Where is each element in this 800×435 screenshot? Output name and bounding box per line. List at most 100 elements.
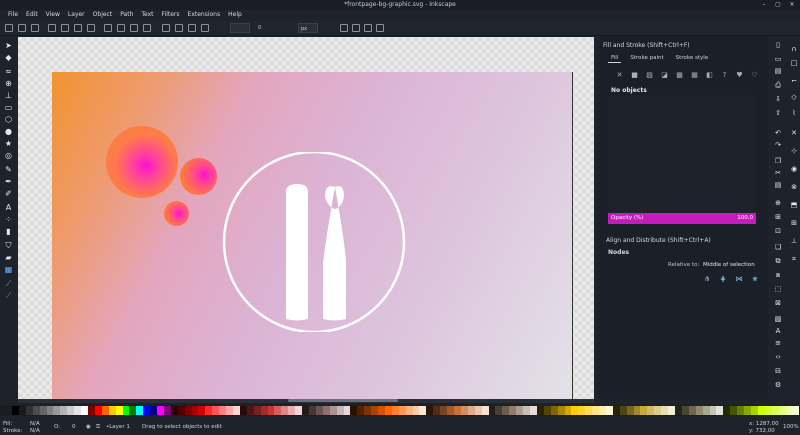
text-font-icon[interactable]: A xyxy=(774,327,782,335)
spiral-tool-icon[interactable]: ◎ xyxy=(4,151,13,160)
lower-bottom-icon[interactable] xyxy=(104,24,112,32)
palette-swatch[interactable] xyxy=(460,406,468,415)
palette-swatch[interactable] xyxy=(391,406,399,415)
bucket-tool-icon[interactable]: ⛉ xyxy=(4,241,13,250)
palette-swatch[interactable] xyxy=(136,406,144,415)
palette-swatch[interactable] xyxy=(612,406,620,415)
scale-stroke-icon[interactable] xyxy=(340,24,348,32)
zoom-selection-icon[interactable]: ⊕ xyxy=(774,199,782,207)
zoom-tool-icon[interactable]: ⊕ xyxy=(4,79,13,88)
palette-swatch[interactable] xyxy=(357,406,365,415)
menu-path[interactable]: Path xyxy=(116,10,137,20)
select-all-layers-icon[interactable] xyxy=(18,24,26,32)
palette-swatch[interactable] xyxy=(592,406,600,415)
palette-swatch[interactable] xyxy=(219,406,227,415)
linear-gradient-icon[interactable]: ▨ xyxy=(645,71,654,80)
undo-icon[interactable]: ↶ xyxy=(774,129,782,137)
clone-icon[interactable]: ⧉ xyxy=(774,257,782,265)
duplicate-icon[interactable]: ❏ xyxy=(774,243,782,251)
palette-swatch[interactable] xyxy=(67,406,75,415)
palette-swatch[interactable] xyxy=(350,406,358,415)
snap-midpoints-icon[interactable]: ⊹ xyxy=(790,147,798,155)
palette-swatch[interactable] xyxy=(53,406,61,415)
palette-swatch[interactable] xyxy=(702,406,710,415)
document-page[interactable] xyxy=(52,72,573,399)
palette-swatch[interactable] xyxy=(315,406,323,415)
mesh-gradient-icon[interactable]: ▩ xyxy=(675,71,684,80)
palette-swatch[interactable] xyxy=(716,406,724,415)
palette-swatch[interactable] xyxy=(25,406,33,415)
measure-tool-icon[interactable]: ⊥ xyxy=(4,91,13,100)
palette-swatch[interactable] xyxy=(467,406,475,415)
eraser-tool-icon[interactable]: ▮ xyxy=(4,227,13,236)
lower-icon[interactable] xyxy=(117,24,125,32)
small-gradient-circle[interactable] xyxy=(164,201,189,226)
opacity-status-field[interactable]: 0 xyxy=(72,424,76,430)
palette-swatch[interactable] xyxy=(764,406,772,415)
palette-swatch[interactable] xyxy=(626,406,634,415)
palette-swatch[interactable] xyxy=(191,406,199,415)
palette-swatch[interactable] xyxy=(750,406,758,415)
export-icon[interactable]: ⇧ xyxy=(774,109,782,117)
palette-swatch[interactable] xyxy=(550,406,558,415)
select-all-icon[interactable] xyxy=(5,24,13,32)
palette-swatch[interactable] xyxy=(32,406,40,415)
align-icon[interactable]: ⊟ xyxy=(774,367,782,375)
snap-text-icon[interactable]: ⌗ xyxy=(790,255,798,263)
flip-vertical-icon[interactable] xyxy=(87,24,95,32)
x-field[interactable] xyxy=(230,23,250,33)
snap-edges-icon[interactable]: ⌐ xyxy=(790,77,798,85)
palette-swatch[interactable] xyxy=(412,406,420,415)
palette-swatch[interactable] xyxy=(564,406,572,415)
palette-swatch[interactable] xyxy=(571,406,579,415)
palette-swatch[interactable] xyxy=(378,406,385,415)
rotate-cw-icon[interactable] xyxy=(61,24,69,32)
star-tool-icon[interactable]: ★ xyxy=(4,139,13,148)
palette-swatch[interactable] xyxy=(274,406,282,415)
palette-swatch[interactable] xyxy=(157,406,164,415)
palette-swatch[interactable] xyxy=(184,406,192,415)
palette-swatch[interactable] xyxy=(81,406,88,415)
tab-stroke-paint[interactable]: Stroke paint xyxy=(627,54,666,63)
radial-gradient-icon[interactable]: ◪ xyxy=(660,71,669,80)
menu-layer[interactable]: Layer xyxy=(64,10,89,20)
palette-swatch[interactable] xyxy=(516,406,524,415)
palette-swatch[interactable] xyxy=(398,406,406,415)
snap-grid-icon[interactable]: ⊞ xyxy=(790,219,798,227)
3dbox-tool-icon[interactable]: ⬡ xyxy=(4,115,13,124)
palette-swatch[interactable] xyxy=(246,406,254,415)
save-icon[interactable]: ▤ xyxy=(774,67,782,75)
palette-swatch[interactable] xyxy=(509,406,517,415)
flat-color-icon[interactable]: ■ xyxy=(630,71,639,80)
menu-filters[interactable]: Filters xyxy=(158,10,184,20)
transform-4-icon[interactable] xyxy=(201,24,209,32)
spray-tool-icon[interactable]: ⁘ xyxy=(4,215,13,224)
palette-swatch[interactable] xyxy=(523,406,530,415)
minimize-icon[interactable]: – xyxy=(760,1,768,9)
palette-swatch[interactable] xyxy=(454,406,461,415)
gradient-tool-icon[interactable]: ▰ xyxy=(4,253,13,262)
palette-swatch[interactable] xyxy=(744,406,751,415)
tab-fill[interactable]: Fill xyxy=(608,54,622,63)
node-tool-icon[interactable]: ◆ xyxy=(4,53,13,62)
palette-swatch[interactable] xyxy=(474,406,482,415)
palette-swatch[interactable] xyxy=(308,406,316,415)
group-icon[interactable]: ⬚ xyxy=(774,285,782,293)
palette-swatch[interactable] xyxy=(688,406,696,415)
pen-tool-icon[interactable]: ✒ xyxy=(4,177,13,186)
palette-swatch[interactable] xyxy=(336,406,344,415)
palette-swatch[interactable] xyxy=(481,406,489,415)
preferences-icon[interactable]: ⚙ xyxy=(774,381,782,389)
menu-view[interactable]: View xyxy=(42,10,64,20)
transform-2-icon[interactable] xyxy=(175,24,183,32)
palette-swatch[interactable] xyxy=(108,406,116,415)
palette-swatch[interactable] xyxy=(364,406,372,415)
open-icon[interactable]: ▭ xyxy=(774,55,782,63)
heart-outline-icon[interactable]: ♡ xyxy=(750,71,759,80)
snap-guide-icon[interactable]: ⊥ xyxy=(790,237,798,245)
snap-nodes-icon[interactable]: ◇ xyxy=(790,93,798,101)
menu-file[interactable]: File xyxy=(4,10,22,20)
palette-swatch[interactable] xyxy=(661,406,669,415)
snap-centers-icon[interactable]: ◉ xyxy=(790,165,798,173)
cut-icon[interactable]: ✂ xyxy=(774,169,782,177)
